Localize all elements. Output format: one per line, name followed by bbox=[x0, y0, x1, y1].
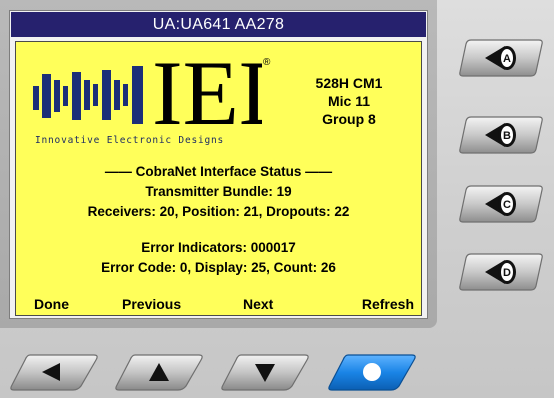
softkey-next[interactable]: Next bbox=[243, 294, 273, 314]
ied-logo-wordmark: IED bbox=[152, 54, 262, 130]
device-mic: Mic 11 bbox=[327, 93, 371, 109]
softkey-b-icon: B bbox=[459, 116, 543, 154]
softkey-c-icon: C bbox=[459, 185, 543, 223]
hardware-button-c[interactable]: C bbox=[457, 184, 544, 224]
hardware-button-b[interactable]: B bbox=[457, 115, 544, 155]
svg-text:C: C bbox=[503, 199, 511, 211]
arrow-down-icon bbox=[221, 354, 309, 391]
softkey-previous[interactable]: Previous bbox=[122, 294, 181, 314]
softkey-done[interactable]: Done bbox=[34, 294, 69, 314]
svg-text:B: B bbox=[503, 130, 511, 142]
display-screen: UA:UA641 AA278 IED ® Innovative Electron… bbox=[9, 10, 428, 319]
cobranet-status: —— CobraNet Interface Status —— Transmit… bbox=[16, 162, 421, 278]
softkey-d-icon: D bbox=[459, 253, 543, 291]
device-model: 528H CM1 bbox=[315, 75, 383, 91]
hardware-button-d[interactable]: D bbox=[457, 252, 544, 292]
status-panel: IED ® Innovative Electronic Designs 528H… bbox=[15, 41, 422, 316]
transmitter-bundle: Transmitter Bundle: 19 bbox=[145, 184, 292, 199]
select-circle-icon bbox=[328, 354, 416, 391]
window-title: UA:UA641 AA278 bbox=[11, 12, 426, 37]
nav-down-button[interactable] bbox=[219, 352, 311, 392]
error-indicators: Error Indicators: 000017 bbox=[141, 240, 296, 255]
error-code-line: Error Code: 0, Display: 25, Count: 26 bbox=[101, 260, 336, 275]
device-group: Group 8 bbox=[322, 111, 376, 127]
status-heading: —— CobraNet Interface Status —— bbox=[104, 164, 333, 179]
nav-left-button[interactable] bbox=[8, 352, 100, 392]
hardware-button-a[interactable]: A bbox=[457, 38, 544, 78]
nav-up-button[interactable] bbox=[113, 352, 205, 392]
logo-text: IED bbox=[152, 54, 262, 130]
logo-tagline: Innovative Electronic Designs bbox=[35, 135, 225, 146]
arrow-left-icon bbox=[10, 354, 98, 391]
nav-select-button[interactable] bbox=[326, 352, 418, 392]
softkey-labels: Done Previous Next Refresh bbox=[16, 294, 421, 314]
arrow-up-icon bbox=[115, 354, 203, 391]
svg-text:A: A bbox=[503, 53, 511, 65]
device-info: 528H CM1 Mic 11 Group 8 bbox=[302, 74, 396, 128]
svg-text:D: D bbox=[503, 267, 511, 279]
registered-mark: ® bbox=[263, 57, 271, 68]
softkey-a-icon: A bbox=[459, 39, 543, 77]
receiver-stats: Receivers: 20, Position: 21, Dropouts: 2… bbox=[87, 204, 350, 219]
ied-logo-bars bbox=[33, 66, 143, 124]
softkey-refresh[interactable]: Refresh bbox=[362, 294, 414, 314]
